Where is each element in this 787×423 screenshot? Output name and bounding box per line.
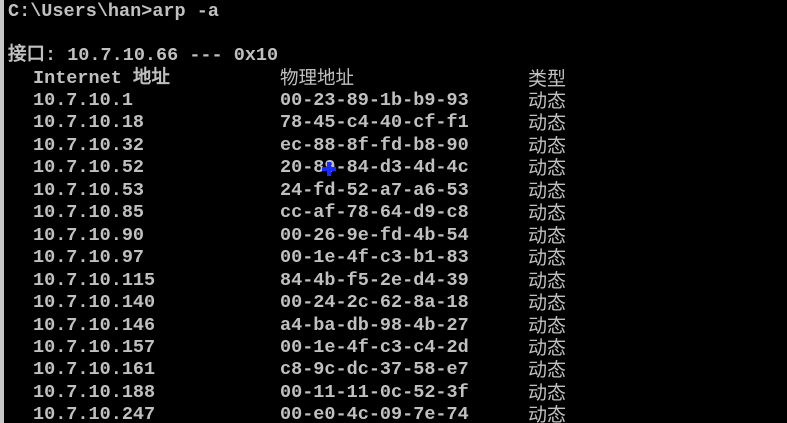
arp-table-row: 10.7.10.1 00-23-89-1b-b9-93 动态 xyxy=(8,90,787,112)
entry-type: 动态 xyxy=(528,269,567,292)
mac-address: 00-23-89-1b-b9-93 xyxy=(280,90,469,111)
command-prompt-line: C:\Users\han>arp -a xyxy=(8,1,219,22)
entry-type: 动态 xyxy=(528,292,567,315)
ip-address: 10.7.10.1 xyxy=(33,90,133,111)
arp-table-row: 10.7.10.52 20-89-84-d3-4d-4c 动态 xyxy=(8,157,787,179)
entry-type: 动态 xyxy=(528,224,567,247)
arp-table-row: 10.7.10.157 00-1e-4f-c3-c4-2d 动态 xyxy=(8,337,787,359)
arp-table-row: 10.7.10.53 24-fd-52-a7-a6-53 动态 xyxy=(8,180,787,202)
ip-address: 10.7.10.161 xyxy=(33,359,156,381)
arp-table-row: 10.7.10.90 00-26-9e-fd-4b-54 动态 xyxy=(8,225,787,247)
arp-table-row: 10.7.10.140 00-24-2c-62-8a-18 动态 xyxy=(8,292,787,314)
mac-address: c8-9c-dc-37-58-e7 xyxy=(280,359,469,381)
mac-address: 00-e0-4c-09-7e-74 xyxy=(280,404,469,423)
header-mac: 物理地址 xyxy=(280,67,355,89)
ip-address: 10.7.10.85 xyxy=(33,202,145,224)
ip-address: 10.7.10.146 xyxy=(33,314,156,336)
mac-address: 84-4b-f5-2e-d4-39 xyxy=(280,269,469,291)
header-type: 类型 xyxy=(528,67,567,90)
entry-type: 动态 xyxy=(528,359,567,382)
entry-type: 动态 xyxy=(528,112,567,135)
ip-address: 10.7.10.97 xyxy=(33,247,145,269)
entry-type: 动态 xyxy=(528,202,567,225)
entry-type: 动态 xyxy=(528,179,567,202)
mac-address: ec-88-8f-fd-b8-90 xyxy=(280,134,469,156)
ip-address: 10.7.10.90 xyxy=(33,224,145,246)
mac-address: 00-1e-4f-c3-b1-83 xyxy=(280,247,469,269)
ip-address: 10.7.10.52 xyxy=(33,157,145,179)
table-header: Internet 地址 物理地址 类型 xyxy=(8,68,787,90)
ip-address: 10.7.10.140 xyxy=(33,292,156,314)
entry-type: 动态 xyxy=(528,134,567,157)
arp-table-row: 10.7.10.146 a4-ba-db-98-4b-27 动态 xyxy=(8,315,787,337)
header-ip: Internet 地址 xyxy=(33,67,170,89)
entry-type: 动态 xyxy=(528,157,567,180)
ip-address: 10.7.10.115 xyxy=(33,269,156,291)
ip-address: 10.7.10.18 xyxy=(33,112,145,134)
mac-address: 20-89-84-d3-4d-4c xyxy=(280,157,469,179)
arp-table-row: 10.7.10.247 00-e0-4c-09-7e-74 动态 xyxy=(8,404,787,423)
interface-line: 接口: 10.7.10.66 --- 0x10 xyxy=(8,45,279,66)
ip-address: 10.7.10.247 xyxy=(33,404,156,423)
entry-type: 动态 xyxy=(528,404,567,423)
mac-address: 24-fd-52-a7-a6-53 xyxy=(280,179,469,201)
ip-address: 10.7.10.32 xyxy=(33,134,145,156)
mac-address: a4-ba-db-98-4b-27 xyxy=(280,314,469,336)
ip-address: 10.7.10.53 xyxy=(33,179,145,201)
mac-address: 00-1e-4f-c3-c4-2d xyxy=(280,336,469,358)
ip-address: 10.7.10.157 xyxy=(33,336,156,358)
arp-table-row: 10.7.10.188 00-11-11-0c-52-3f 动态 xyxy=(8,382,787,404)
mac-address: 78-45-c4-40-cf-f1 xyxy=(280,112,469,134)
arp-table-row: 10.7.10.18 78-45-c4-40-cf-f1 动态 xyxy=(8,112,787,134)
arp-table-row: 10.7.10.85 cc-af-78-64-d9-c8 动态 xyxy=(8,202,787,224)
entry-type: 动态 xyxy=(528,314,567,337)
entry-type: 动态 xyxy=(528,247,567,270)
entry-type: 动态 xyxy=(528,336,567,359)
arp-table-row: 10.7.10.115 84-4b-f5-2e-d4-39 动态 xyxy=(8,270,787,292)
console-window[interactable]: C:\Users\han>arp -a 接口: 10.7.10.66 --- 0… xyxy=(0,0,787,423)
entry-type: 动态 xyxy=(528,381,567,404)
arp-table-row: 10.7.10.97 00-1e-4f-c3-b1-83 动态 xyxy=(8,247,787,269)
mac-address: 00-26-9e-fd-4b-54 xyxy=(280,224,469,246)
ip-address: 10.7.10.188 xyxy=(33,381,156,403)
arp-table-row: 10.7.10.32 ec-88-8f-fd-b8-90 动态 xyxy=(8,135,787,157)
entry-type: 动态 xyxy=(528,90,567,112)
arp-table-row: 10.7.10.161 c8-9c-dc-37-58-e7 动态 xyxy=(8,359,787,381)
mac-address: cc-af-78-64-d9-c8 xyxy=(280,202,469,224)
mac-address: 00-24-2c-62-8a-18 xyxy=(280,292,469,314)
mac-address: 00-11-11-0c-52-3f xyxy=(280,381,469,403)
mouse-cursor-crosshair-icon xyxy=(322,162,336,176)
